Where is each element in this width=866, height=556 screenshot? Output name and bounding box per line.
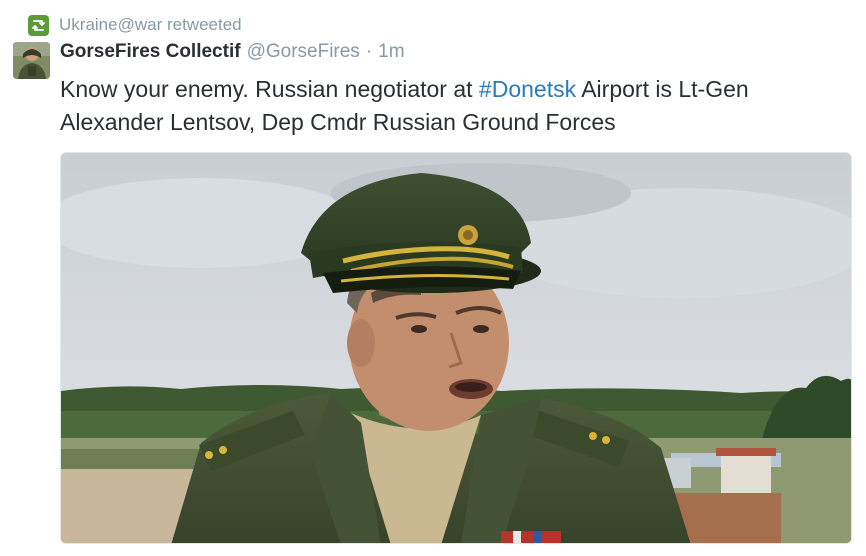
retweet-icon [28, 14, 49, 36]
avatar[interactable] [13, 42, 50, 79]
tweet-photo[interactable] [60, 152, 852, 544]
retweet-context[interactable]: Ukraine@war retweeted [28, 14, 242, 36]
tweet-header: GorseFires Collectif @GorseFires · 1m [60, 41, 405, 67]
hashtag-link[interactable]: #Donetsk [479, 76, 576, 102]
author-username[interactable]: @GorseFires [247, 41, 360, 63]
tweet-text-before: Know your enemy. Russian negotiator at [60, 76, 479, 102]
photo-illustration [61, 153, 851, 543]
author-name[interactable]: GorseFires Collectif [60, 41, 241, 63]
separator-dot: · [365, 41, 373, 62]
retweet-label[interactable]: Ukraine@war retweeted [59, 15, 242, 35]
tweet-text: Know your enemy. Russian negotiator at #… [60, 73, 850, 139]
tweet-timestamp[interactable]: 1m [378, 41, 404, 63]
